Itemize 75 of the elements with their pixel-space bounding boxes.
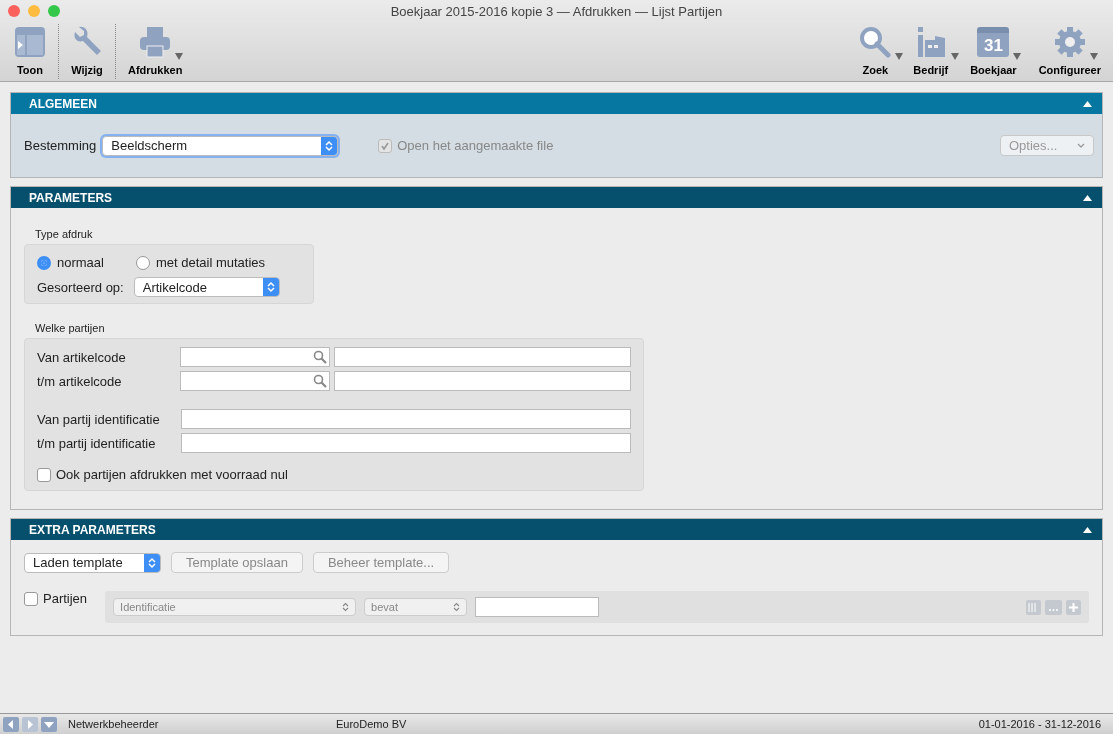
toolbar-button[interactable]: Bedrijf (907, 22, 961, 81)
dropdown-arrow-icon (175, 53, 184, 60)
section-title: ALGEMEEN (29, 96, 97, 111)
toolbar-button[interactable]: Wijzig (65, 22, 109, 81)
search-icon (312, 350, 327, 364)
collapse-icon[interactable] (1083, 100, 1092, 107)
field-label: Van artikelcode (37, 349, 127, 365)
close-button[interactable] (8, 5, 20, 17)
more-icon[interactable] (1045, 599, 1062, 615)
sort-label: Gesorteerd op: (37, 279, 124, 295)
dropdown-arrow-icon (1013, 53, 1022, 60)
input-field[interactable] (181, 409, 631, 429)
columns-icon[interactable] (1026, 599, 1041, 615)
collapse-icon[interactable] (1083, 526, 1092, 533)
user-name: Netwerkbeheerder (68, 718, 160, 730)
group-label: Welke partijen (35, 322, 105, 334)
checkbox[interactable] (24, 591, 38, 606)
dropdown-arrow-icon (895, 53, 904, 60)
input-field[interactable] (181, 433, 631, 453)
calendar-icon: 31 (977, 27, 1010, 57)
radio-button[interactable] (37, 255, 51, 270)
forward-icon[interactable] (22, 716, 38, 732)
toolbar-button[interactable]: Zoek (853, 22, 904, 81)
company-name: EuroDemo BV (336, 718, 407, 730)
checkbox-label: Ook partijen afdrukken met voorraad nul (56, 467, 288, 482)
stepper-arrows-icon (144, 553, 160, 572)
settings-icon (1053, 26, 1086, 58)
destination-label: Bestemming (24, 138, 97, 153)
stepper-arrows-icon (342, 602, 350, 612)
section-header[interactable]: EXTRA PARAMETERS (11, 519, 1102, 540)
checkbox-label: Open het aangemaakte file (397, 138, 554, 153)
panel-layout-icon (14, 26, 46, 58)
dropdown-arrow-icon (950, 53, 959, 60)
window-title: Boekjaar 2015-2016 kopie 3 — Afdrukken — Lijst Partijen (389, 3, 724, 19)
radio-button[interactable] (135, 255, 150, 270)
wrench-icon (71, 26, 103, 58)
zoom-button[interactable] (48, 5, 60, 17)
stepper-arrows-icon (321, 136, 338, 155)
toolbar-button[interactable]: 31 Boekjaar (964, 22, 1029, 81)
section-title: EXTRA PARAMETERS (29, 522, 156, 537)
checkbox-label: Partijen (43, 591, 88, 606)
chevron-down-icon (1077, 142, 1085, 149)
description-field[interactable] (333, 347, 631, 367)
section-title: PARAMETERS (29, 190, 113, 205)
toolbar-button[interactable]: Configureer (1032, 22, 1113, 81)
radio-label: met detail mutaties (155, 255, 266, 270)
sort-select[interactable]: Artikelcode (133, 277, 280, 297)
search-icon (312, 374, 327, 388)
collapse-icon[interactable] (1083, 194, 1092, 201)
radio-label: normaal (57, 255, 104, 270)
printer-icon (139, 26, 172, 58)
dropdown-arrow-icon (1089, 53, 1098, 60)
back-icon[interactable] (3, 716, 19, 732)
toolbar-button[interactable]: Afdrukken (122, 22, 195, 81)
template-select[interactable]: Laden template (24, 552, 161, 573)
period-range: 01-01-2016 - 31-12-2016 (978, 718, 1101, 730)
down-icon[interactable] (41, 716, 57, 732)
section-header[interactable]: ALGEMEEN (11, 93, 1102, 114)
description-field[interactable] (333, 371, 631, 391)
field-label: t/m partij identificatie (37, 435, 157, 451)
destination-select[interactable]: Beeldscherm (102, 135, 339, 156)
section-header[interactable]: PARAMETERS (11, 187, 1102, 208)
add-icon[interactable] (1066, 599, 1081, 615)
search-icon (859, 26, 892, 58)
field-label: t/m artikelcode (37, 373, 123, 389)
value-field[interactable] (475, 597, 600, 617)
toolbar-button[interactable]: Toon (8, 22, 52, 81)
search-field[interactable] (180, 371, 330, 391)
stepper-arrows-icon (453, 602, 461, 612)
field-label: Van partij identificatie (37, 411, 161, 427)
group-label: Type afdruk (35, 228, 93, 240)
stepper-arrows-icon (262, 278, 279, 296)
checkbox[interactable] (37, 467, 51, 482)
search-field[interactable] (180, 347, 330, 367)
minimize-button[interactable] (28, 5, 40, 17)
